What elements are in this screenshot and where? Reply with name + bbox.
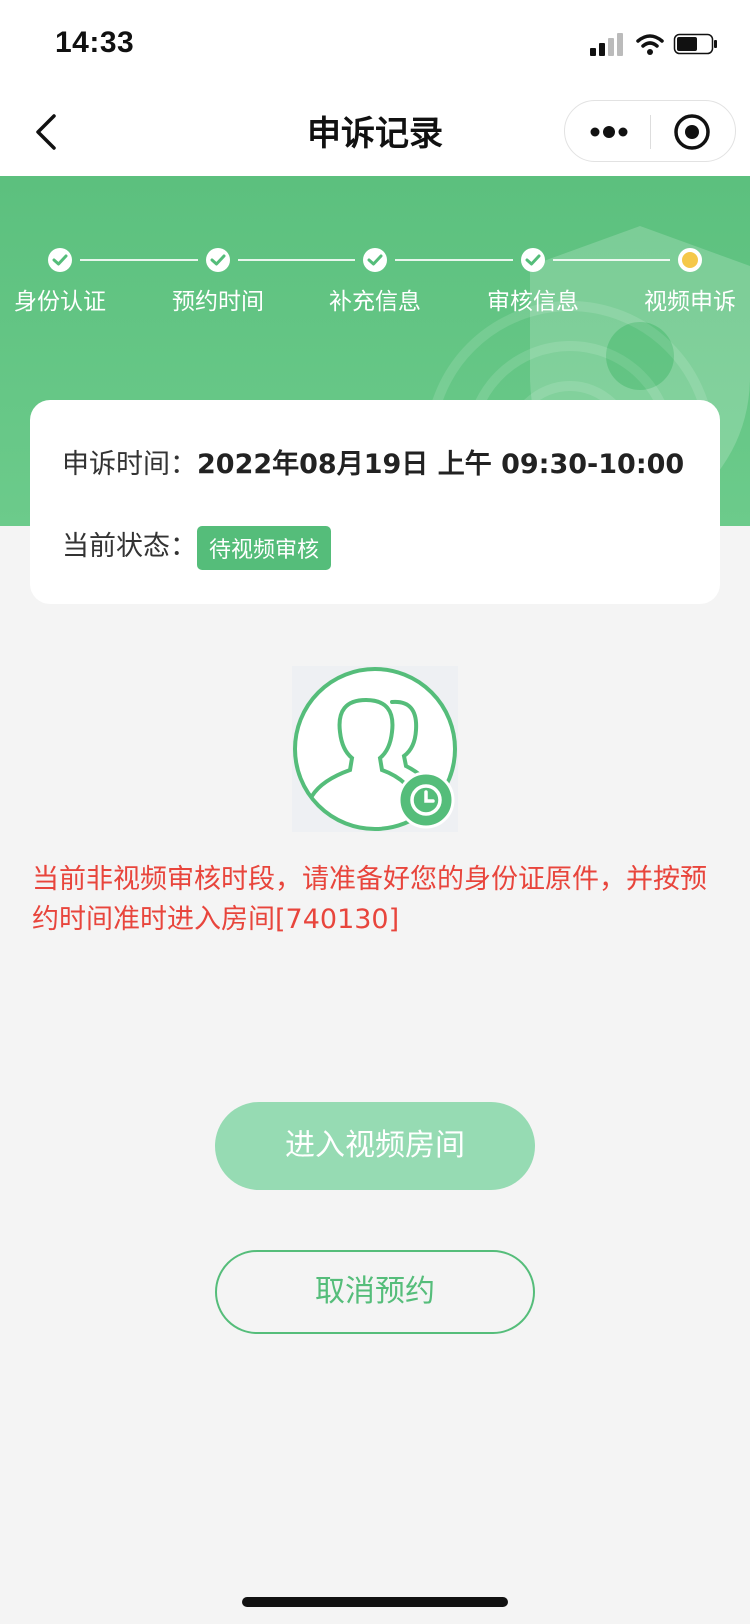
users-clock-icon [293,667,457,831]
status-row: 当前状态： 待视频审核 [62,524,332,570]
appeal-time-row: 申诉时间：2022年08月19日 上午 09:30-10:00 [62,442,684,481]
appeal-info-card: 申诉时间：2022年08月19日 上午 09:30-10:00 当前状态： 待视频… [30,400,720,604]
step-label: 身份认证 [14,289,106,315]
battery-icon [673,33,717,55]
home-indicator [242,1597,508,1607]
step-item: 身份认证 [0,248,130,316]
signal-icon [590,33,623,56]
wifi-icon [636,34,664,55]
nav-bar: 申诉记录 [0,88,750,176]
status-icons [590,30,720,60]
step-label: 预约时间 [172,289,264,315]
check-icon [363,248,387,272]
step-item: 审核信息 [463,248,603,316]
progress-steps: 身份认证 预约时间 补充信息 审核信息 视频申诉 [0,248,750,328]
more-button[interactable] [589,119,629,145]
status-bar: 14:33 [0,0,750,88]
status-badge: 待视频审核 [197,525,332,570]
status-label: 当前状态： [62,531,197,562]
step-item: 视频申诉 [620,248,750,316]
check-icon [206,248,230,272]
appeal-time-value: 2022年08月19日 上午 09:30-10:00 [197,449,685,480]
current-step-dot [678,248,702,272]
status-time: 14:33 [55,26,135,59]
avatar [292,666,458,832]
mini-program-capsule [564,100,736,162]
cancel-appointment-button[interactable]: 取消预约 [215,1250,535,1334]
step-item: 补充信息 [305,248,445,316]
check-icon [521,248,545,272]
step-label: 补充信息 [329,289,421,315]
step-label: 视频申诉 [644,289,736,315]
notice-text: 当前非视频审核时段，请准备好您的身份证原件，并按预约时间准时进入房间[74013… [32,864,707,935]
check-icon [48,248,72,272]
step-item: 预约时间 [148,248,288,316]
capsule-divider [650,115,651,149]
step-label: 审核信息 [487,289,579,315]
appeal-time-label: 申诉时间： [62,449,197,480]
enter-video-room-button[interactable]: 进入视频房间 [215,1102,535,1190]
target-icon [674,114,710,150]
close-mini-program-button[interactable] [673,113,711,151]
more-dots-icon [590,126,628,138]
